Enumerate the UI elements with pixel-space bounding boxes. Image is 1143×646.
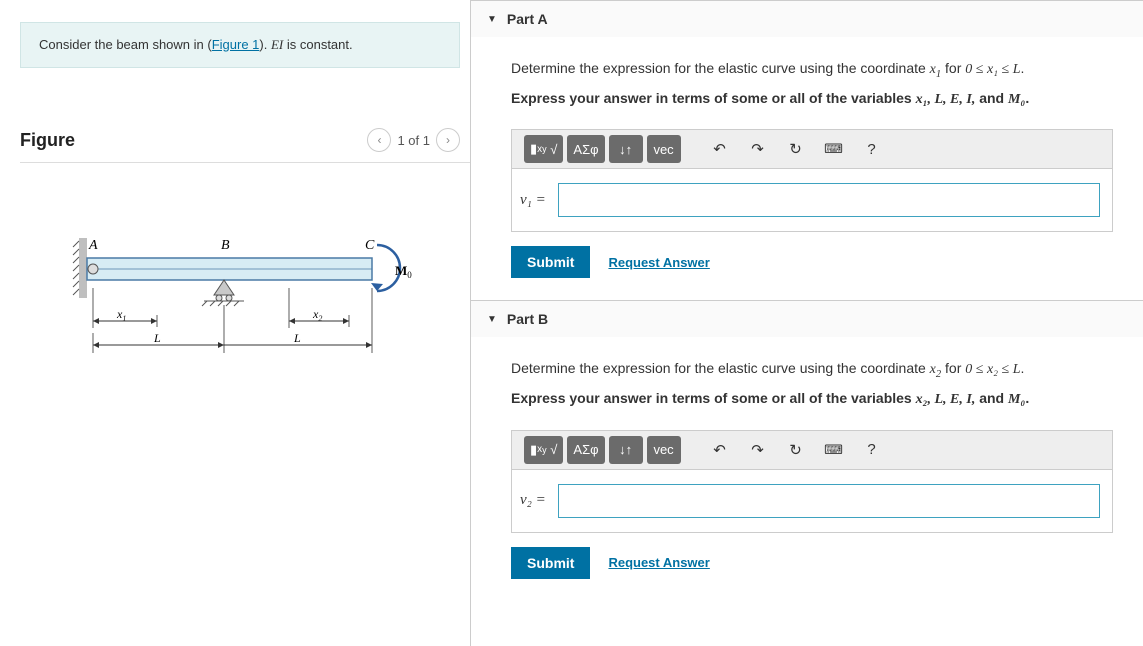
figure-viewport[interactable]: A B C M0 x1 x2 L L	[20, 163, 468, 443]
figure-link[interactable]: Figure 1	[212, 37, 260, 52]
label-x1: x1	[116, 307, 126, 323]
figure-title: Figure	[20, 130, 75, 151]
part-b-request-answer[interactable]: Request Answer	[608, 555, 709, 570]
part-a-answer-area: ▮xy √ ΑΣφ ↓↑ vec ↶ ↷ ↻ ⌨ ? v₁ =	[511, 129, 1113, 232]
figure-counter: 1 of 1	[397, 133, 430, 148]
right-panel: ▼ Part A Determine the expression for th…	[470, 0, 1143, 646]
undo-button[interactable]: ↶	[703, 436, 737, 464]
part-a-submit-button[interactable]: Submit	[511, 246, 590, 278]
label-b: B	[221, 238, 230, 253]
figure-content: A B C M0 x1 x2 L L	[20, 163, 468, 443]
redo-button[interactable]: ↷	[741, 135, 775, 163]
part-b: ▼ Part B Determine the expression for th…	[471, 300, 1143, 600]
beam-diagram: A B C M0 x1 x2 L L	[59, 233, 429, 373]
left-panel: Consider the beam shown in (Figure 1). E…	[0, 0, 470, 646]
label-a: A	[88, 238, 98, 253]
keyboard-button[interactable]: ⌨	[817, 135, 851, 163]
reset-button[interactable]: ↻	[779, 436, 813, 464]
part-a-toolbar: ▮xy √ ΑΣφ ↓↑ vec ↶ ↷ ↻ ⌨ ?	[512, 129, 1112, 169]
templates-button[interactable]: ▮xy √	[524, 135, 563, 163]
part-b-var-label: v₂ =	[520, 492, 546, 509]
part-b-title: Part B	[507, 311, 548, 327]
problem-intro: Consider the beam shown in (Figure 1). E…	[20, 22, 460, 68]
label-m0: M0	[395, 263, 412, 280]
part-a-title: Part A	[507, 11, 548, 27]
part-b-header[interactable]: ▼ Part B	[471, 301, 1143, 337]
part-a-header[interactable]: ▼ Part A	[471, 1, 1143, 37]
part-b-toolbar: ▮xy √ ΑΣφ ↓↑ vec ↶ ↷ ↻ ⌨ ?	[512, 430, 1112, 470]
part-b-answer-area: ▮xy √ ΑΣφ ↓↑ vec ↶ ↷ ↻ ⌨ ? v₂ =	[511, 430, 1113, 533]
part-a-express: Express your answer in terms of some or …	[511, 85, 1113, 114]
caret-icon: ▼	[487, 314, 497, 325]
part-b-express: Express your answer in terms of some or …	[511, 385, 1113, 414]
part-a-prompt: Determine the expression for the elastic…	[511, 55, 1113, 85]
part-b-answer-input[interactable]	[558, 484, 1100, 518]
ei-var: EI	[271, 37, 283, 52]
caret-icon: ▼	[487, 14, 497, 25]
part-a: ▼ Part A Determine the expression for th…	[471, 0, 1143, 300]
redo-button[interactable]: ↷	[741, 436, 775, 464]
figure-header: Figure ‹ 1 of 1 ›	[20, 128, 470, 163]
label-l1: L	[153, 331, 161, 345]
intro-text: Consider the beam shown in (	[39, 37, 212, 52]
part-a-var-label: v₁ =	[520, 192, 546, 209]
updown-button[interactable]: ↓↑	[609, 135, 643, 163]
help-button[interactable]: ?	[855, 135, 889, 163]
label-l2: L	[293, 331, 301, 345]
part-a-request-answer[interactable]: Request Answer	[608, 255, 709, 270]
templates-button[interactable]: ▮xy √	[524, 436, 563, 464]
updown-button[interactable]: ↓↑	[609, 436, 643, 464]
figure-nav: ‹ 1 of 1 ›	[367, 128, 460, 152]
part-b-submit-button[interactable]: Submit	[511, 547, 590, 579]
keyboard-button[interactable]: ⌨	[817, 436, 851, 464]
figure-prev-button[interactable]: ‹	[367, 128, 391, 152]
vec-button[interactable]: vec	[647, 436, 681, 464]
greek-button[interactable]: ΑΣφ	[567, 135, 604, 163]
part-a-answer-input[interactable]	[558, 183, 1100, 217]
help-button[interactable]: ?	[855, 436, 889, 464]
label-c: C	[365, 238, 375, 253]
label-x2: x2	[312, 307, 322, 323]
undo-button[interactable]: ↶	[703, 135, 737, 163]
greek-button[interactable]: ΑΣφ	[567, 436, 604, 464]
vec-button[interactable]: vec	[647, 135, 681, 163]
part-b-prompt: Determine the expression for the elastic…	[511, 355, 1113, 385]
reset-button[interactable]: ↻	[779, 135, 813, 163]
figure-next-button[interactable]: ›	[436, 128, 460, 152]
